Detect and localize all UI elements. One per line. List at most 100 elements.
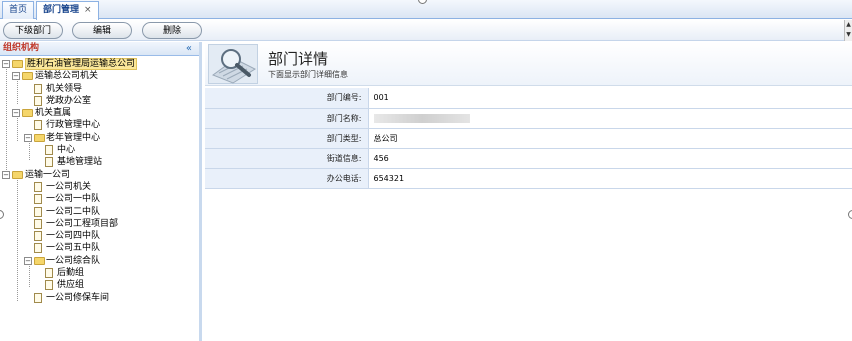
tab-close-icon[interactable]: × bbox=[84, 5, 92, 15]
folder-icon bbox=[34, 256, 45, 265]
document-icon bbox=[45, 145, 53, 156]
detail-row: 部门编号: 001 bbox=[205, 88, 852, 109]
tree-node[interactable]: 一公司修保车间 bbox=[0, 292, 199, 304]
detail-row: 部门类型: 总公司 bbox=[205, 128, 852, 149]
delete-button[interactable]: 删除 bbox=[142, 22, 202, 39]
collapse-toggle-icon[interactable]: − bbox=[12, 72, 20, 81]
detail-row: 部门名称: bbox=[205, 108, 852, 129]
tree-node-label: 党政办公室 bbox=[46, 95, 92, 106]
tree-node-label: 一公司一中队 bbox=[46, 194, 101, 205]
document-icon bbox=[34, 243, 42, 254]
folder-icon bbox=[34, 133, 45, 142]
detail-panel: 部门详情 下面显示部门详细信息 部门编号: 001 部门名称: 部门类型: 总公… bbox=[205, 42, 852, 341]
tree-node[interactable]: 一公司四中队 bbox=[0, 230, 199, 242]
field-label: 部门编号: bbox=[205, 88, 369, 109]
resize-handle-right[interactable] bbox=[848, 210, 852, 219]
tree-node-label: 机关直属 bbox=[35, 108, 72, 119]
org-tree-panel: 组织机构 « − 胜利石油管理局运输总公司 − 运输总公司机关 机关领导 党政办… bbox=[0, 42, 202, 341]
collapse-toggle-icon[interactable]: − bbox=[2, 60, 10, 68]
document-icon bbox=[34, 181, 42, 192]
field-label: 办公电话: bbox=[205, 168, 369, 189]
tree-panel-header: 组织机构 « bbox=[0, 42, 199, 56]
field-value: 654321 bbox=[368, 168, 852, 189]
tree-node-label: 一公司修保车间 bbox=[46, 292, 110, 303]
detail-table: 部门编号: 001 部门名称: 部门类型: 总公司 街道信息: 456 办公电话… bbox=[205, 88, 852, 189]
document-icon bbox=[45, 268, 53, 279]
tree-node-label: 一公司机关 bbox=[46, 181, 92, 192]
tab-dept-management[interactable]: 部门管理 × bbox=[36, 1, 99, 20]
document-icon bbox=[45, 280, 53, 291]
tree-node-label: 基地管理站 bbox=[57, 157, 103, 168]
tree-node-label: 中心 bbox=[57, 145, 76, 156]
document-icon bbox=[34, 120, 42, 131]
document-icon bbox=[34, 231, 42, 242]
tree-node-label: 一公司综合队 bbox=[46, 255, 101, 266]
tree-node[interactable]: 党政办公室 bbox=[0, 95, 199, 107]
detail-title: 部门详情 bbox=[268, 50, 329, 68]
toolbar-scroll[interactable]: ▲ ▼ bbox=[844, 20, 852, 41]
tree-node[interactable]: − 一公司综合队 bbox=[0, 255, 199, 267]
tab-home[interactable]: 首页 bbox=[2, 1, 35, 19]
document-icon bbox=[34, 95, 42, 106]
tree-node[interactable]: 机关领导 bbox=[0, 83, 199, 95]
tree-node[interactable]: 一公司五中队 bbox=[0, 242, 199, 254]
org-tree: − 胜利石油管理局运输总公司 − 运输总公司机关 机关领导 党政办公室 − 机关… bbox=[0, 56, 199, 304]
tree-node[interactable]: 后勤组 bbox=[0, 267, 199, 279]
document-icon bbox=[34, 218, 42, 229]
tree-node-label: 一公司工程项目部 bbox=[46, 218, 119, 229]
tree-node-label: 供应组 bbox=[57, 280, 85, 291]
toolbar: 下级部门 编辑 删除 bbox=[0, 20, 852, 41]
detail-subtitle: 下面显示部门详细信息 bbox=[268, 70, 348, 79]
tree-node[interactable]: − 运输一公司 bbox=[0, 169, 199, 181]
tree-node-label: 行政管理中心 bbox=[46, 120, 101, 131]
tree-node-label: 机关领导 bbox=[46, 83, 83, 94]
tree-node[interactable]: − 运输总公司机关 bbox=[0, 70, 199, 82]
tree-node-label: 一公司二中队 bbox=[46, 206, 101, 217]
field-value: 001 bbox=[368, 88, 852, 109]
document-icon bbox=[34, 194, 42, 205]
field-label: 街道信息: bbox=[205, 148, 369, 169]
tree-node[interactable]: 一公司二中队 bbox=[0, 206, 199, 218]
tab-dept-management-label: 部门管理 bbox=[43, 5, 80, 15]
scroll-down-icon[interactable]: ▼ bbox=[845, 30, 852, 40]
tree-node-root[interactable]: − 胜利石油管理局运输总公司 bbox=[0, 58, 199, 70]
tree-node[interactable]: 基地管理站 bbox=[0, 156, 199, 168]
magnifier-document-icon bbox=[208, 44, 258, 84]
tree-node[interactable]: 中心 bbox=[0, 144, 199, 156]
detail-header: 部门详情 下面显示部门详细信息 bbox=[205, 42, 852, 86]
collapse-toggle-icon[interactable]: − bbox=[12, 109, 20, 118]
tree-node[interactable]: 行政管理中心 bbox=[0, 119, 199, 131]
tree-node-label: 一公司五中队 bbox=[46, 243, 101, 254]
tree-node-label: 后勤组 bbox=[57, 268, 85, 279]
collapse-toggle-icon[interactable]: − bbox=[24, 256, 32, 265]
document-icon bbox=[45, 157, 53, 168]
document-icon bbox=[34, 292, 42, 303]
scroll-up-icon[interactable]: ▲ bbox=[845, 20, 852, 30]
sub-department-button[interactable]: 下级部门 bbox=[3, 22, 63, 39]
tree-node[interactable]: 一公司工程项目部 bbox=[0, 218, 199, 230]
tree-node[interactable]: 一公司一中队 bbox=[0, 193, 199, 205]
document-icon bbox=[34, 83, 42, 94]
tree-node[interactable]: 供应组 bbox=[0, 279, 199, 291]
edit-button[interactable]: 编辑 bbox=[72, 22, 132, 39]
tree-panel-title: 组织机构 bbox=[3, 43, 40, 53]
field-label: 部门名称: bbox=[205, 108, 369, 129]
tree-node-label: 一公司四中队 bbox=[46, 231, 101, 242]
field-value-redacted bbox=[368, 108, 852, 129]
document-icon bbox=[34, 206, 42, 217]
folder-icon bbox=[12, 170, 23, 179]
tree-node[interactable]: − 老年管理中心 bbox=[0, 132, 199, 144]
field-value: 456 bbox=[368, 148, 852, 169]
detail-row: 办公电话: 654321 bbox=[205, 168, 852, 189]
tree-node[interactable]: 一公司机关 bbox=[0, 181, 199, 193]
collapse-icon[interactable]: « bbox=[186, 42, 192, 55]
tree-node[interactable]: − 机关直属 bbox=[0, 107, 199, 119]
tree-node-label: 老年管理中心 bbox=[46, 132, 101, 143]
tab-bar: 首页 部门管理 × bbox=[0, 0, 852, 20]
detail-row: 街道信息: 456 bbox=[205, 148, 852, 169]
field-label: 部门类型: bbox=[205, 128, 369, 149]
tab-home-label: 首页 bbox=[9, 5, 28, 15]
tree-node-label: 胜利石油管理局运输总公司 bbox=[25, 58, 138, 70]
collapse-toggle-icon[interactable]: − bbox=[24, 133, 32, 142]
collapse-toggle-icon[interactable]: − bbox=[2, 170, 10, 179]
